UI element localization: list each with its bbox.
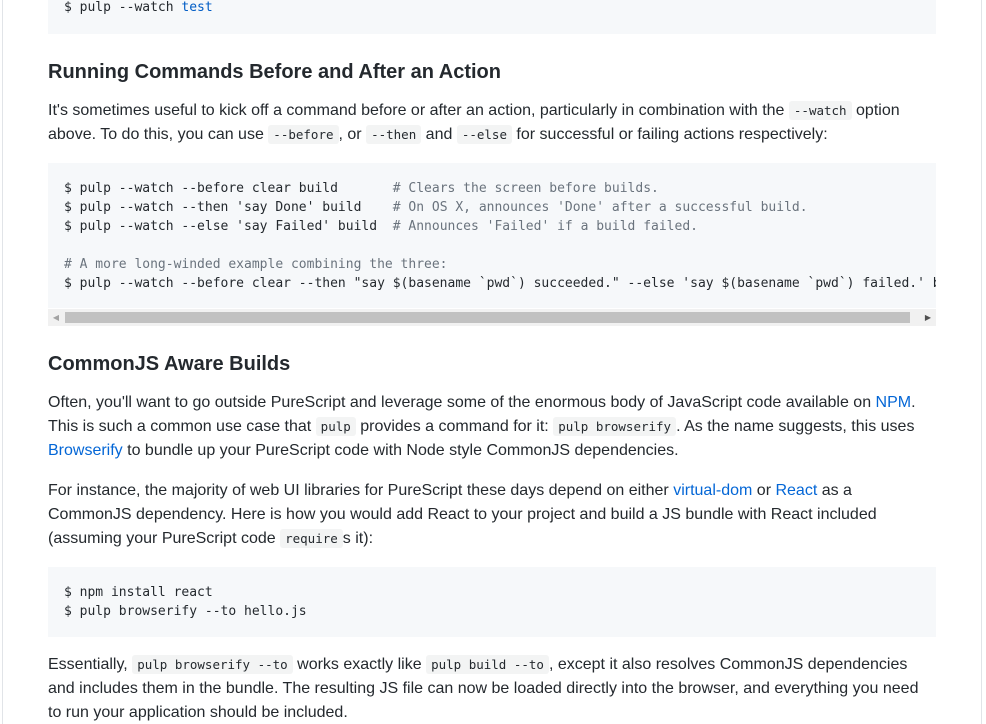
inline-code: pulp browserify xyxy=(553,417,677,436)
paragraph-browserify-explained: Essentially, pulp browserify --to works … xyxy=(48,653,936,724)
inline-code: require xyxy=(280,529,343,548)
code-keyword: test xyxy=(181,0,213,15)
paragraph-ui-libraries: For instance, the majority of web UI lib… xyxy=(48,479,936,551)
code-command: $ pulp --watch --else 'say Failed' build xyxy=(64,219,393,234)
text-run: It's sometimes useful to kick off a comm… xyxy=(48,102,789,119)
code-line: $ pulp --watch --then 'say Done' build #… xyxy=(64,198,920,217)
paragraph-commonjs-intro: Often, you'll want to go outside PureScr… xyxy=(48,391,936,463)
content-border-right xyxy=(981,0,982,724)
code-command: $ pulp --watch --then 'say Done' build xyxy=(64,200,393,215)
text-run: Often, you'll want to go outside PureScr… xyxy=(48,394,876,411)
text-run: or xyxy=(752,482,776,499)
code-block-watch-hooks: $ pulp --watch --before clear build # Cl… xyxy=(48,163,936,308)
text-run: Essentially, xyxy=(48,656,133,673)
text-run: and xyxy=(421,126,457,143)
code-block-watch-test: $ pulp --watch test xyxy=(48,0,936,34)
code-line: $ pulp --watch --before clear build # Cl… xyxy=(64,179,920,198)
scroll-left-arrow-icon[interactable]: ◀ xyxy=(48,309,64,326)
code-comment: # Clears the screen before builds. xyxy=(392,181,659,196)
code-line: $ pulp --watch --else 'say Failed' build… xyxy=(64,217,920,236)
code-comment: # Announces 'Failed' if a build failed. xyxy=(392,219,698,234)
code-command: $ pulp --watch --before clear build xyxy=(64,181,393,196)
text-run: works exactly like xyxy=(292,656,427,673)
text-run: s it): xyxy=(342,530,374,547)
inline-code: pulp build --to xyxy=(426,655,549,674)
inline-code: pulp browserify --to xyxy=(132,655,293,674)
code-line: # A more long-winded example combining t… xyxy=(64,255,920,274)
code-command: $ pulp --watch xyxy=(64,0,182,15)
text-run: For instance, the majority of web UI lib… xyxy=(48,482,674,499)
scroll-right-arrow-icon[interactable]: ▶ xyxy=(920,309,936,326)
text-run: for successful or failing actions respec… xyxy=(511,126,828,143)
link-react[interactable]: React xyxy=(775,482,817,499)
inline-code: --else xyxy=(456,125,512,144)
link-browserify[interactable]: Browserify xyxy=(48,442,123,459)
link-virtual-dom[interactable]: virtual-dom xyxy=(673,482,752,499)
heading-running-commands: Running Commands Before and After an Act… xyxy=(48,61,501,83)
code-line: $ pulp --watch --before clear --then "sa… xyxy=(64,274,936,293)
text-run: to bundle up your PureScript code with N… xyxy=(122,442,679,459)
scrollbar-thumb[interactable] xyxy=(65,312,910,323)
code-comment: # A more long-winded example combining t… xyxy=(64,257,448,272)
code-line: $ npm install react xyxy=(64,585,213,600)
text-run: provides a command for it: xyxy=(355,418,554,435)
code-comment: # On OS X, announces 'Done' after a succ… xyxy=(392,200,808,215)
code-horizontal-scrollbar[interactable]: ◀ ▶ xyxy=(48,309,936,326)
inline-code: --watch xyxy=(788,101,852,120)
code-block-browserify: $ npm install react $ pulp browserify --… xyxy=(48,567,936,637)
link-npm[interactable]: NPM xyxy=(876,394,912,411)
inline-code: --before xyxy=(268,125,339,144)
inline-code: pulp xyxy=(315,417,356,436)
code-command: $ pulp --watch --before clear --then "sa… xyxy=(64,276,936,291)
text-run: . As the name suggests, this uses xyxy=(676,418,915,435)
inline-code: --then xyxy=(366,125,422,144)
content-border-left xyxy=(2,0,3,724)
heading-commonjs-builds: CommonJS Aware Builds xyxy=(48,353,291,375)
code-line: $ pulp browserify --to hello.js xyxy=(64,604,307,619)
readme-page: $ pulp --watch test Running Commands Bef… xyxy=(0,0,986,724)
paragraph-before-after: It's sometimes useful to kick off a comm… xyxy=(48,99,936,147)
text-run: , or xyxy=(338,126,367,143)
code-line: $ pulp --watch test xyxy=(64,0,920,17)
